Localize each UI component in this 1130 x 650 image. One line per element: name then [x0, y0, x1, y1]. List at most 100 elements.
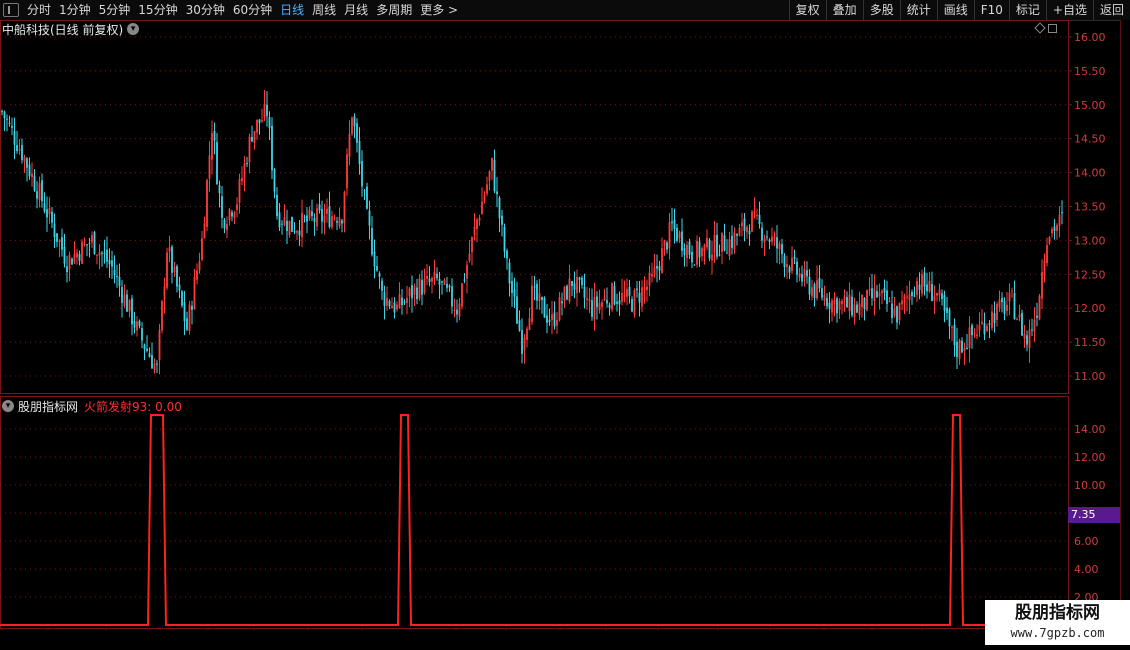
candle-body — [178, 284, 181, 291]
candle-body — [756, 214, 758, 216]
candle-body — [998, 299, 1001, 308]
candle-body — [1031, 329, 1033, 331]
candle-body — [486, 184, 488, 194]
candle-body — [516, 296, 518, 324]
candle-body — [511, 280, 513, 293]
candle-body — [388, 300, 391, 307]
candle-body — [583, 286, 586, 298]
candle-body — [638, 292, 641, 303]
candle-body — [33, 175, 36, 191]
candle-body — [636, 288, 638, 291]
candle-body — [1023, 334, 1026, 339]
candle-body — [476, 219, 478, 230]
candle-body — [336, 221, 338, 223]
stock-title: 中船科技(日线 前复权) — [2, 22, 124, 37]
candle-body — [116, 276, 118, 278]
candle-body — [168, 247, 171, 252]
candle-body — [601, 301, 603, 308]
candle-body — [738, 227, 741, 237]
candle-body — [521, 330, 523, 354]
chevron-down-icon[interactable]: ▾ — [127, 23, 140, 35]
candle-body — [788, 266, 791, 273]
candle-body — [653, 267, 656, 274]
price-tick-label: 11.00 — [1074, 370, 1106, 383]
candle-body — [401, 297, 403, 306]
candle-body — [83, 243, 86, 246]
candle-body — [243, 163, 246, 179]
candle-body — [523, 337, 526, 351]
candle-body — [981, 321, 983, 324]
candle-body — [108, 260, 111, 265]
candle-body — [281, 223, 283, 225]
candle-body — [98, 252, 101, 256]
candle-body — [223, 219, 226, 229]
candle-body — [621, 293, 623, 302]
candle-body — [851, 296, 853, 316]
candle-body — [943, 295, 946, 311]
candle-body — [273, 169, 276, 192]
candle-body — [348, 133, 351, 158]
signal-line — [0, 414, 1068, 626]
candle-body — [398, 294, 401, 308]
candle-body — [683, 248, 686, 256]
candle-body — [803, 268, 806, 278]
candle-body — [428, 278, 431, 283]
candle-body — [546, 315, 548, 323]
chevron-down-icon[interactable]: ▾ — [2, 400, 14, 412]
candle-body — [196, 270, 198, 280]
diamond-icon[interactable] — [1034, 22, 1046, 34]
candle-body — [563, 286, 566, 301]
candle-body — [538, 293, 541, 302]
candle-body — [391, 306, 393, 309]
candle-body — [183, 302, 186, 322]
candle-body — [588, 299, 591, 302]
watermark: 股朋指标网 www.7gpzb.com — [985, 600, 1130, 645]
candle-body — [526, 328, 528, 340]
candle-body — [11, 125, 13, 128]
candle-body — [91, 235, 93, 243]
candle-body — [396, 304, 398, 310]
candle-body — [286, 220, 288, 232]
candle-body — [68, 254, 71, 270]
candle-body — [691, 251, 693, 263]
candle-body — [873, 288, 876, 301]
candle-body — [676, 227, 678, 241]
candle-body — [826, 298, 828, 307]
candle-body — [646, 286, 648, 291]
candle-body — [193, 277, 196, 309]
candle-body — [361, 160, 363, 187]
candle-body — [1033, 319, 1036, 332]
candle-body — [61, 237, 63, 250]
candle-body — [303, 216, 306, 218]
indicator-tick-label: 10.00 — [1074, 479, 1106, 492]
candle-body — [856, 304, 858, 313]
square-icon[interactable] — [1048, 24, 1057, 33]
candle-body — [573, 283, 576, 290]
candle-body — [593, 296, 596, 320]
candle-body — [501, 215, 503, 225]
candle-body — [698, 241, 701, 258]
candle-body — [648, 272, 651, 286]
candle-body — [668, 222, 671, 249]
candle-body — [1018, 314, 1021, 318]
candle-body — [623, 295, 626, 297]
candle-body — [443, 280, 446, 285]
candle-body — [466, 264, 468, 279]
candle-body — [961, 340, 963, 353]
candle-body — [93, 232, 96, 254]
kline-chart[interactable]: 16.00 15.50 15.00 14.50 14.00 13.50 13.00 12.50… — [0, 0, 1120, 630]
candle-body — [306, 215, 308, 222]
candle-body — [643, 286, 646, 290]
indicator-panel-name[interactable]: 股朋指标网 — [18, 398, 78, 415]
candle-body — [1021, 312, 1023, 336]
candle-body — [203, 223, 206, 239]
candle-body — [1043, 260, 1046, 276]
candle-body — [468, 253, 471, 261]
candle-body — [616, 301, 618, 304]
candle-body — [208, 155, 211, 179]
candle-body — [513, 289, 516, 297]
candle-body — [8, 123, 11, 125]
candle-body — [353, 116, 356, 127]
candle-body — [941, 293, 943, 299]
candle-body — [21, 145, 23, 161]
